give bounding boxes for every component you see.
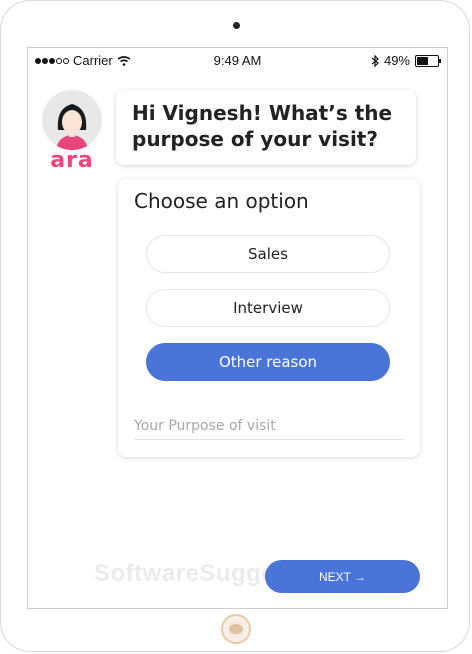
watermark: SoftwareSugge <box>94 560 276 587</box>
battery-percent: 49% <box>383 53 410 68</box>
options-title: Choose an option <box>134 189 309 213</box>
next-label: NEXT <box>318 569 351 584</box>
assistant-avatar-icon <box>56 104 88 150</box>
assistant-message: Hi Vignesh! What’s the purpose of your v… <box>116 90 416 165</box>
home-button[interactable] <box>221 614 251 644</box>
brand-logo: ara <box>50 148 94 173</box>
option-interview[interactable]: Interview <box>146 289 390 327</box>
app-screen: Carrier 9:49 AM 49% ara Hi Vignesh! What… <box>27 47 448 609</box>
arrow-right-icon: → <box>354 569 366 584</box>
battery-fill <box>417 56 428 65</box>
tablet-frame: Carrier 9:49 AM 49% ara Hi Vignesh! What… <box>0 0 470 652</box>
battery-icon <box>415 54 441 67</box>
home-logo-icon <box>229 624 243 634</box>
option-other-reason[interactable]: Other reason <box>146 343 390 381</box>
status-bar: Carrier 9:49 AM 49% <box>28 48 447 74</box>
status-right: 49% <box>371 53 441 68</box>
next-button[interactable]: NEXT → <box>265 560 420 593</box>
assistant-avatar <box>42 90 102 150</box>
options-card: Choose an option Sales Interview Other r… <box>118 179 420 457</box>
option-sales[interactable]: Sales <box>146 235 390 273</box>
front-camera <box>233 22 240 29</box>
bluetooth-icon <box>371 54 379 67</box>
purpose-input[interactable] <box>134 413 404 440</box>
